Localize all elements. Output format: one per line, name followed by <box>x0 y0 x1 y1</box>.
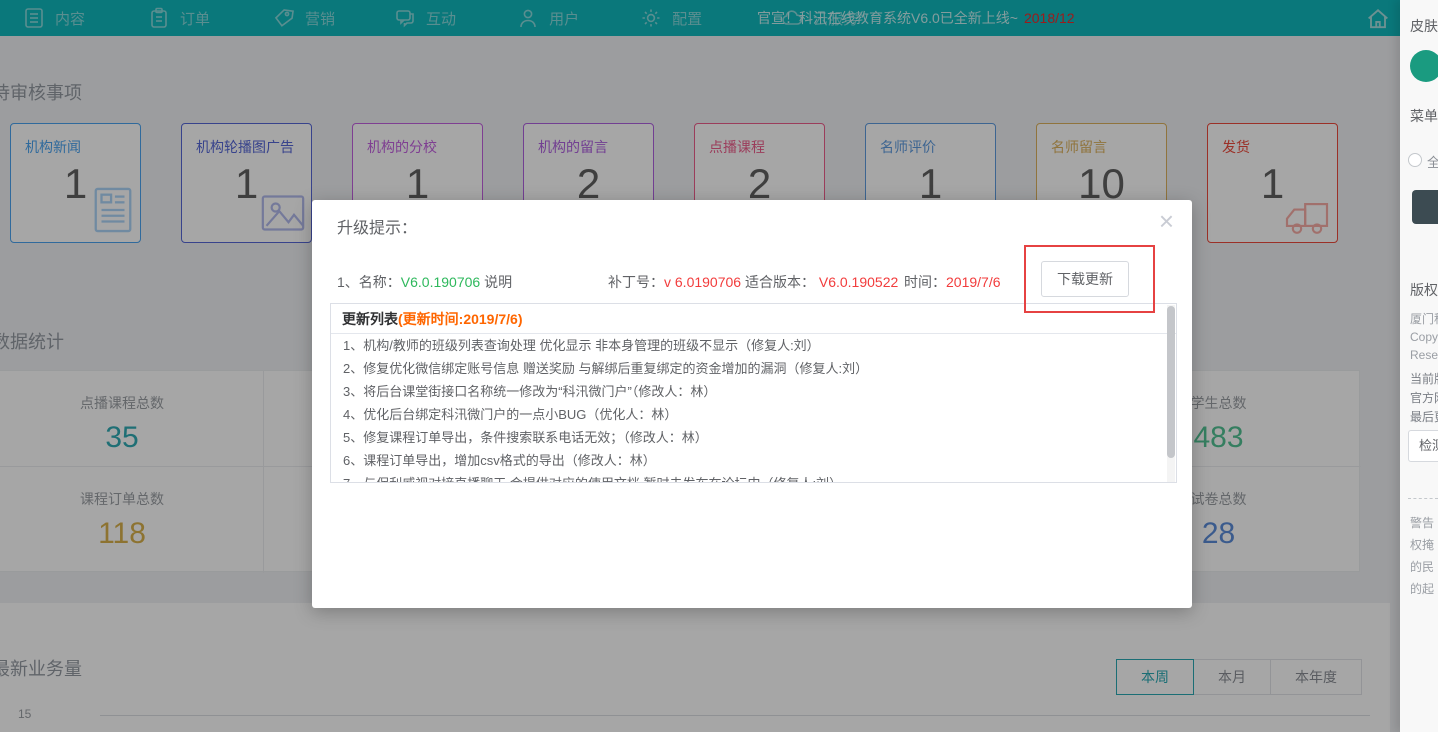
update-list-time: (更新时间:2019/7/6) <box>398 311 522 327</box>
warning-line: 警告 <box>1410 514 1434 531</box>
name-label: 1、名称： <box>337 274 401 290</box>
app-window: 内容 订单 营销 互动 用户 配置 云服务 官宣！科汛在线教育系统V6.0已全新… <box>0 0 1438 732</box>
compat-label: 适合版本： <box>745 274 819 290</box>
dashed-divider <box>1408 498 1438 499</box>
update-list-items: 1、机构/教师的班级列表查询处理 优化显示 非本身管理的班级不显示（修复人:刘）… <box>331 334 1176 483</box>
close-icon[interactable]: × <box>1159 208 1174 234</box>
copyright-label: 版权 <box>1410 280 1438 300</box>
company-line: Reser <box>1410 348 1438 362</box>
compat-value: V6.0.190522 <box>819 274 898 290</box>
update-list-box[interactable]: 更新列表(更新时间:2019/7/6) 1、机构/教师的班级列表查询处理 优化显… <box>330 303 1177 483</box>
list-item: 6、课程订单导出，增加csv格式的导出（修改人：林） <box>343 449 1176 472</box>
menu-radio[interactable] <box>1408 153 1422 167</box>
theme-color-swatch[interactable] <box>1410 50 1438 82</box>
time-value: 2019/7/6 <box>946 274 1001 290</box>
list-item: 1、机构/教师的班级列表查询处理 优化显示 非本身管理的班级不显示（修复人:刘） <box>343 334 1176 357</box>
list-item: 3、将后台课堂街接口名称统一修改为“科汛微门户”（修改人：林） <box>343 380 1176 403</box>
warning-line: 的起 <box>1410 580 1434 597</box>
menu-label: 菜单 <box>1410 106 1438 126</box>
sidebar-dark-button[interactable] <box>1412 190 1438 224</box>
company-line: Copyr <box>1410 330 1438 344</box>
patch-name-group: 1、名称：V6.0.190706 说明 <box>337 272 512 292</box>
upgrade-modal: 升级提示： × 1、名称：V6.0.190706 说明 补丁号：v 6.0190… <box>312 200 1192 608</box>
download-update-button[interactable]: 下载更新 <box>1041 261 1129 297</box>
patch-label: 补丁号： <box>608 274 664 290</box>
patch-time-group: 时间：2019/7/6 <box>904 272 1001 292</box>
scrollbar-thumb[interactable] <box>1167 306 1175 458</box>
patch-value: v 6.0190706 <box>664 274 745 290</box>
warning-line: 的民 <box>1410 558 1434 575</box>
list-item: 4、优化后台绑定科汛微门户的一点小BUG（优化人：林） <box>343 403 1176 426</box>
update-list-title: 更新列表 <box>342 311 398 327</box>
version-line: 当前版 <box>1410 370 1438 387</box>
list-item: 7、与保利威视对接直播聊天 会提供对应的使用文档 暂时未发布在论坛中（修复人:刘… <box>343 472 1176 483</box>
scrollbar-track[interactable] <box>1167 305 1175 483</box>
settings-sidebar: 皮肤 菜单 全 版权 厦门科 Copyr Reser 当前版 官方网 最后更 检… <box>1400 0 1438 732</box>
menu-radio-label: 全 <box>1427 152 1438 171</box>
update-list-header: 更新列表(更新时间:2019/7/6) <box>331 304 1176 334</box>
patch-number-group: 补丁号：v 6.0190706 适合版本： V6.0.190522 <box>608 272 898 292</box>
skin-label: 皮肤 <box>1410 16 1438 36</box>
modal-title: 升级提示： <box>337 214 417 238</box>
check-update-button[interactable]: 检测 <box>1408 430 1438 462</box>
warning-line: 权掩 <box>1410 536 1434 553</box>
company-line: 厦门科 <box>1410 310 1438 327</box>
version-line: 官方网 <box>1410 389 1438 406</box>
version-line: 最后更 <box>1410 408 1438 425</box>
time-label: 时间： <box>904 274 946 290</box>
name-suffix: 说明 <box>480 274 512 290</box>
list-item: 5、修复课程订单导出，条件搜索联系电话无效；（修改人：林） <box>343 426 1176 449</box>
name-value: V6.0.190706 <box>401 274 480 290</box>
list-item: 2、修复优化微信绑定账号信息 赠送奖励 与解绑后重复绑定的资金增加的漏洞（修复人… <box>343 357 1176 380</box>
